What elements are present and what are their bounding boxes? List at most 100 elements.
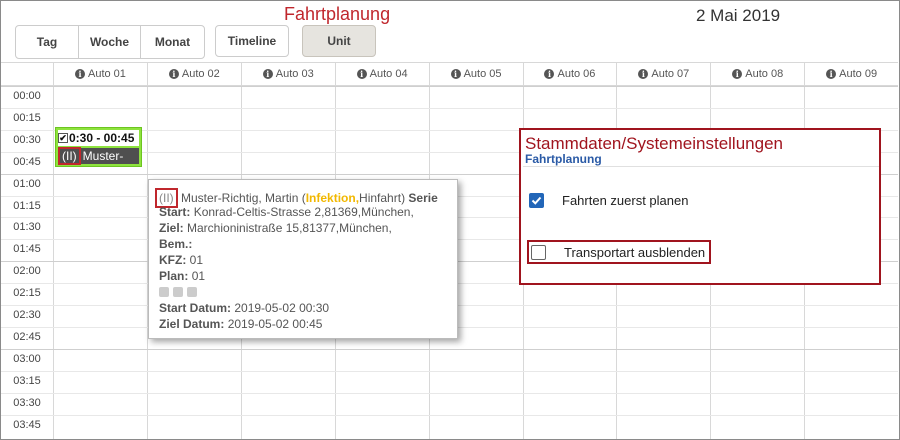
option-label: Fahrten zuerst planen bbox=[562, 192, 689, 208]
settings-divider bbox=[523, 166, 879, 167]
kfz-value: 01 bbox=[189, 253, 204, 267]
time-slot-label: 01:00 bbox=[13, 177, 41, 190]
info-icon[interactable]: i bbox=[544, 69, 555, 79]
status-square-icon bbox=[159, 287, 169, 297]
column-header-label: Auto 04 bbox=[369, 68, 408, 80]
tooltip-start-datum-line: Start Datum: 2019-05-02 00:30 bbox=[159, 300, 457, 316]
ziel-datum-value: 2019-05-02 00:45 bbox=[227, 317, 323, 331]
time-slot-label: 00:30 bbox=[13, 133, 41, 146]
tooltip-plan-line: Plan: 01 bbox=[159, 268, 457, 284]
settings-panel: Stammdaten/Systemeinstellungen Fahrtplan… bbox=[519, 128, 881, 285]
ziel-label: Ziel: bbox=[159, 221, 184, 235]
tooltip-serie: Serie bbox=[408, 191, 438, 205]
row-divider bbox=[1, 414, 898, 416]
info-icon[interactable]: i bbox=[732, 69, 743, 79]
column-header-label: Auto 06 bbox=[557, 68, 596, 80]
tooltip-start-line: Start: Konrad-Celtis-Strasse 2,81369,Mün… bbox=[159, 204, 457, 220]
tooltip-status-squares bbox=[159, 284, 457, 300]
option-label: Transportart ausblenden bbox=[564, 244, 706, 260]
time-slot-label: 01:45 bbox=[13, 243, 41, 256]
column-header-label: Auto 09 bbox=[839, 68, 878, 80]
time-slot-label: 00:15 bbox=[13, 111, 41, 124]
status-square-icon bbox=[173, 287, 183, 297]
column-header-auto: i Auto 08 bbox=[710, 63, 804, 85]
tooltip-trip-type: Hinfahrt) bbox=[359, 191, 406, 205]
option-hide-transport-type[interactable]: Transportart ausblenden bbox=[527, 240, 712, 264]
column-header-auto: i Auto 09 bbox=[804, 63, 898, 85]
unit-view-button[interactable]: Unit bbox=[302, 25, 376, 57]
ziel-value: Marchioninistraße 15,81377,München, bbox=[187, 221, 392, 235]
timeline-view-button[interactable]: Timeline bbox=[215, 25, 289, 57]
event-name-bar: (II) Muster- bbox=[58, 147, 139, 165]
time-slot-label: 02:00 bbox=[13, 265, 41, 278]
view-switcher: Tag Woche Monat bbox=[15, 25, 205, 59]
page-title: Fahrtplanung bbox=[284, 4, 391, 24]
settings-title: Stammdaten/Systemeinstellungen bbox=[525, 134, 783, 153]
tooltip-ziel-line: Ziel: Marchioninistraße 15,81377,München… bbox=[159, 220, 457, 236]
column-divider bbox=[53, 86, 54, 439]
info-icon[interactable]: i bbox=[262, 69, 273, 79]
plan-value: 01 bbox=[191, 269, 206, 283]
info-icon[interactable]: i bbox=[450, 69, 461, 79]
week-view-button[interactable]: Woche bbox=[79, 26, 141, 58]
column-header-auto: i Auto 04 bbox=[334, 63, 429, 85]
row-divider bbox=[1, 370, 898, 372]
time-slot-label: 03:15 bbox=[13, 374, 41, 387]
info-icon[interactable]: i bbox=[826, 69, 837, 79]
column-header-auto: i Auto 05 bbox=[428, 63, 523, 85]
column-header-label: Auto 05 bbox=[463, 68, 502, 80]
row-divider bbox=[1, 392, 898, 394]
tooltip-infektion: Infektion, bbox=[305, 191, 360, 205]
time-slot-label: 00:45 bbox=[13, 155, 41, 168]
event-patient-name: Muster- bbox=[82, 149, 124, 163]
column-header-auto: i Auto 06 bbox=[522, 63, 617, 85]
event-check-icon[interactable]: ✔ bbox=[58, 133, 68, 143]
start-datum-value: 2019-05-02 00:30 bbox=[234, 301, 330, 315]
settings-subtitle: Fahrtplanung bbox=[525, 152, 602, 166]
time-slot-label: 00:00 bbox=[13, 90, 41, 102]
checkbox-checked-icon[interactable] bbox=[529, 192, 544, 208]
row-divider bbox=[1, 348, 898, 350]
time-slot-label: 03:30 bbox=[13, 396, 41, 409]
column-header-auto: i Auto 01 bbox=[53, 63, 147, 85]
start-value: Konrad-Celtis-Strasse 2,81369,München, bbox=[193, 205, 414, 219]
checkbox-unchecked-icon[interactable] bbox=[531, 244, 546, 260]
tooltip-name: Muster-Richtig, Martin ( bbox=[181, 191, 306, 205]
column-header-auto: i Auto 03 bbox=[240, 63, 335, 85]
current-date: 2 Mai 2019 bbox=[696, 6, 781, 25]
tooltip-kfz-line: KFZ: 01 bbox=[159, 252, 457, 268]
time-slot-label: 02:45 bbox=[13, 330, 41, 343]
kfz-label: KFZ: bbox=[159, 253, 187, 267]
plan-label: Plan: bbox=[159, 269, 189, 283]
row-divider bbox=[1, 86, 898, 87]
column-header-label: Auto 03 bbox=[275, 68, 314, 80]
bem-label: Bem.: bbox=[159, 237, 193, 251]
time-slot-label: 02:30 bbox=[13, 309, 41, 321]
time-slot-label: 01:15 bbox=[13, 199, 41, 212]
info-icon[interactable]: i bbox=[168, 69, 179, 79]
status-square-icon bbox=[187, 287, 197, 297]
trip-tooltip: (II) Muster-Richtig, Martin (Infektion,H… bbox=[148, 179, 458, 339]
time-slot-label: 03:45 bbox=[13, 418, 41, 431]
info-icon[interactable]: i bbox=[638, 69, 649, 79]
info-icon[interactable]: i bbox=[356, 69, 367, 79]
day-view-button[interactable]: Tag bbox=[16, 26, 79, 58]
time-slot-label: 01:30 bbox=[13, 221, 41, 234]
column-header-label: Auto 02 bbox=[181, 68, 220, 80]
option-plan-trips-first[interactable]: Fahrten zuerst planen bbox=[529, 189, 688, 211]
time-slot-label: 02:15 bbox=[13, 287, 41, 300]
start-datum-label: Start Datum: bbox=[159, 301, 232, 315]
event-time: 0:30 - 00:45 bbox=[69, 131, 135, 145]
tooltip-ziel-datum-line: Ziel Datum: 2019-05-02 00:45 bbox=[159, 316, 457, 332]
column-header-label: Auto 07 bbox=[651, 68, 690, 80]
column-header-auto: i Auto 07 bbox=[616, 63, 710, 85]
event-time-bar: ✔ 0:30 - 00:45 bbox=[58, 130, 139, 146]
ziel-datum-label: Ziel Datum: bbox=[159, 317, 225, 331]
month-view-button[interactable]: Monat bbox=[141, 26, 204, 58]
time-slot-label: 03:00 bbox=[13, 352, 41, 365]
start-label: Start: bbox=[159, 205, 191, 219]
trip-event[interactable]: ✔ 0:30 - 00:45 (II) Muster- bbox=[55, 127, 142, 167]
event-code: (II) bbox=[58, 147, 81, 165]
info-icon[interactable]: i bbox=[74, 69, 85, 79]
column-header-auto: i Auto 02 bbox=[146, 63, 241, 85]
